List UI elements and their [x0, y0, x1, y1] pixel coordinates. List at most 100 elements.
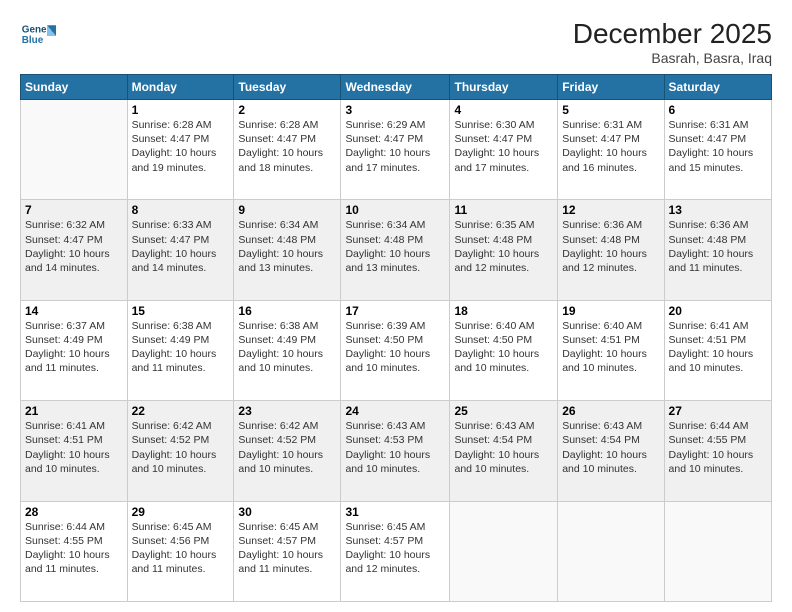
day-number: 18 [454, 304, 553, 318]
day-number: 28 [25, 505, 123, 519]
day-info: Sunrise: 6:35 AMSunset: 4:48 PMDaylight:… [454, 218, 553, 275]
day-info: Sunrise: 6:40 AMSunset: 4:51 PMDaylight:… [562, 319, 659, 376]
calendar-header-sunday: Sunday [21, 75, 128, 100]
calendar-header-thursday: Thursday [450, 75, 558, 100]
day-number: 30 [238, 505, 336, 519]
day-info: Sunrise: 6:36 AMSunset: 4:48 PMDaylight:… [562, 218, 659, 275]
day-number: 17 [345, 304, 445, 318]
calendar-week-4: 21Sunrise: 6:41 AMSunset: 4:51 PMDayligh… [21, 401, 772, 501]
day-number: 12 [562, 203, 659, 217]
calendar-cell [450, 501, 558, 601]
day-info: Sunrise: 6:40 AMSunset: 4:50 PMDaylight:… [454, 319, 553, 376]
day-number: 4 [454, 103, 553, 117]
calendar-week-3: 14Sunrise: 6:37 AMSunset: 4:49 PMDayligh… [21, 300, 772, 400]
calendar-cell: 25Sunrise: 6:43 AMSunset: 4:54 PMDayligh… [450, 401, 558, 501]
day-info: Sunrise: 6:41 AMSunset: 4:51 PMDaylight:… [25, 419, 123, 476]
day-info: Sunrise: 6:45 AMSunset: 4:57 PMDaylight:… [238, 520, 336, 577]
day-number: 15 [132, 304, 230, 318]
calendar-header-friday: Friday [558, 75, 664, 100]
calendar-cell: 29Sunrise: 6:45 AMSunset: 4:56 PMDayligh… [127, 501, 234, 601]
calendar-cell [21, 100, 128, 200]
day-number: 31 [345, 505, 445, 519]
day-info: Sunrise: 6:45 AMSunset: 4:56 PMDaylight:… [132, 520, 230, 577]
calendar-cell: 6Sunrise: 6:31 AMSunset: 4:47 PMDaylight… [664, 100, 771, 200]
calendar-header-tuesday: Tuesday [234, 75, 341, 100]
calendar-cell: 4Sunrise: 6:30 AMSunset: 4:47 PMDaylight… [450, 100, 558, 200]
day-number: 14 [25, 304, 123, 318]
title-block: December 2025 Basrah, Basra, Iraq [573, 18, 772, 66]
day-number: 7 [25, 203, 123, 217]
day-info: Sunrise: 6:34 AMSunset: 4:48 PMDaylight:… [238, 218, 336, 275]
calendar-cell [664, 501, 771, 601]
day-info: Sunrise: 6:43 AMSunset: 4:54 PMDaylight:… [562, 419, 659, 476]
day-number: 9 [238, 203, 336, 217]
day-info: Sunrise: 6:44 AMSunset: 4:55 PMDaylight:… [25, 520, 123, 577]
day-number: 29 [132, 505, 230, 519]
calendar-cell: 26Sunrise: 6:43 AMSunset: 4:54 PMDayligh… [558, 401, 664, 501]
calendar-cell: 19Sunrise: 6:40 AMSunset: 4:51 PMDayligh… [558, 300, 664, 400]
day-info: Sunrise: 6:43 AMSunset: 4:54 PMDaylight:… [454, 419, 553, 476]
calendar-header-saturday: Saturday [664, 75, 771, 100]
calendar-cell: 9Sunrise: 6:34 AMSunset: 4:48 PMDaylight… [234, 200, 341, 300]
day-info: Sunrise: 6:45 AMSunset: 4:57 PMDaylight:… [345, 520, 445, 577]
day-info: Sunrise: 6:28 AMSunset: 4:47 PMDaylight:… [132, 118, 230, 175]
calendar-cell: 17Sunrise: 6:39 AMSunset: 4:50 PMDayligh… [341, 300, 450, 400]
calendar-cell: 1Sunrise: 6:28 AMSunset: 4:47 PMDaylight… [127, 100, 234, 200]
day-number: 26 [562, 404, 659, 418]
day-info: Sunrise: 6:42 AMSunset: 4:52 PMDaylight:… [238, 419, 336, 476]
calendar-cell: 15Sunrise: 6:38 AMSunset: 4:49 PMDayligh… [127, 300, 234, 400]
day-number: 19 [562, 304, 659, 318]
day-number: 8 [132, 203, 230, 217]
day-info: Sunrise: 6:32 AMSunset: 4:47 PMDaylight:… [25, 218, 123, 275]
svg-text:Blue: Blue [22, 35, 44, 46]
calendar-cell: 8Sunrise: 6:33 AMSunset: 4:47 PMDaylight… [127, 200, 234, 300]
day-number: 25 [454, 404, 553, 418]
day-info: Sunrise: 6:42 AMSunset: 4:52 PMDaylight:… [132, 419, 230, 476]
day-info: Sunrise: 6:38 AMSunset: 4:49 PMDaylight:… [238, 319, 336, 376]
day-info: Sunrise: 6:30 AMSunset: 4:47 PMDaylight:… [454, 118, 553, 175]
calendar-cell: 16Sunrise: 6:38 AMSunset: 4:49 PMDayligh… [234, 300, 341, 400]
day-info: Sunrise: 6:38 AMSunset: 4:49 PMDaylight:… [132, 319, 230, 376]
calendar-cell: 23Sunrise: 6:42 AMSunset: 4:52 PMDayligh… [234, 401, 341, 501]
calendar-cell: 10Sunrise: 6:34 AMSunset: 4:48 PMDayligh… [341, 200, 450, 300]
calendar-cell: 2Sunrise: 6:28 AMSunset: 4:47 PMDaylight… [234, 100, 341, 200]
calendar-cell: 28Sunrise: 6:44 AMSunset: 4:55 PMDayligh… [21, 501, 128, 601]
calendar-week-5: 28Sunrise: 6:44 AMSunset: 4:55 PMDayligh… [21, 501, 772, 601]
day-info: Sunrise: 6:33 AMSunset: 4:47 PMDaylight:… [132, 218, 230, 275]
calendar-header-row: SundayMondayTuesdayWednesdayThursdayFrid… [21, 75, 772, 100]
day-number: 21 [25, 404, 123, 418]
day-number: 27 [669, 404, 767, 418]
calendar-header-monday: Monday [127, 75, 234, 100]
day-info: Sunrise: 6:29 AMSunset: 4:47 PMDaylight:… [345, 118, 445, 175]
day-number: 20 [669, 304, 767, 318]
day-info: Sunrise: 6:34 AMSunset: 4:48 PMDaylight:… [345, 218, 445, 275]
calendar-cell: 7Sunrise: 6:32 AMSunset: 4:47 PMDaylight… [21, 200, 128, 300]
day-number: 23 [238, 404, 336, 418]
day-info: Sunrise: 6:36 AMSunset: 4:48 PMDaylight:… [669, 218, 767, 275]
calendar-cell: 11Sunrise: 6:35 AMSunset: 4:48 PMDayligh… [450, 200, 558, 300]
day-number: 1 [132, 103, 230, 117]
day-info: Sunrise: 6:44 AMSunset: 4:55 PMDaylight:… [669, 419, 767, 476]
logo: General Blue General Blue [20, 18, 60, 54]
day-number: 10 [345, 203, 445, 217]
calendar-week-1: 1Sunrise: 6:28 AMSunset: 4:47 PMDaylight… [21, 100, 772, 200]
calendar-cell: 20Sunrise: 6:41 AMSunset: 4:51 PMDayligh… [664, 300, 771, 400]
day-info: Sunrise: 6:41 AMSunset: 4:51 PMDaylight:… [669, 319, 767, 376]
calendar-cell: 21Sunrise: 6:41 AMSunset: 4:51 PMDayligh… [21, 401, 128, 501]
calendar-cell: 31Sunrise: 6:45 AMSunset: 4:57 PMDayligh… [341, 501, 450, 601]
calendar-cell [558, 501, 664, 601]
day-info: Sunrise: 6:31 AMSunset: 4:47 PMDaylight:… [562, 118, 659, 175]
calendar-cell: 24Sunrise: 6:43 AMSunset: 4:53 PMDayligh… [341, 401, 450, 501]
day-info: Sunrise: 6:43 AMSunset: 4:53 PMDaylight:… [345, 419, 445, 476]
day-number: 2 [238, 103, 336, 117]
calendar-cell: 30Sunrise: 6:45 AMSunset: 4:57 PMDayligh… [234, 501, 341, 601]
day-info: Sunrise: 6:37 AMSunset: 4:49 PMDaylight:… [25, 319, 123, 376]
calendar-cell: 22Sunrise: 6:42 AMSunset: 4:52 PMDayligh… [127, 401, 234, 501]
day-number: 5 [562, 103, 659, 117]
day-number: 16 [238, 304, 336, 318]
calendar-cell: 5Sunrise: 6:31 AMSunset: 4:47 PMDaylight… [558, 100, 664, 200]
day-info: Sunrise: 6:39 AMSunset: 4:50 PMDaylight:… [345, 319, 445, 376]
calendar-week-2: 7Sunrise: 6:32 AMSunset: 4:47 PMDaylight… [21, 200, 772, 300]
day-number: 6 [669, 103, 767, 117]
day-info: Sunrise: 6:31 AMSunset: 4:47 PMDaylight:… [669, 118, 767, 175]
